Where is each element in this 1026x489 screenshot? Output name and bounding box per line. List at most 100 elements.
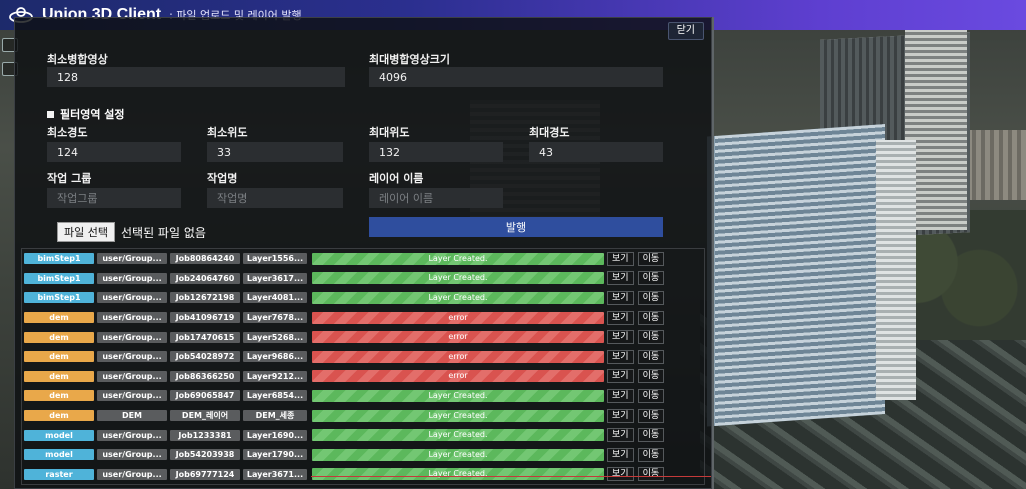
move-button[interactable]: 이동	[637, 369, 665, 384]
job-id-badge: Job69065847	[170, 390, 240, 402]
move-button[interactable]: 이동	[637, 271, 665, 286]
building-main-side	[876, 140, 916, 400]
min-merge-label: 최소병합영상	[47, 53, 108, 66]
job-id-badge: Job17470615	[170, 331, 240, 343]
move-button[interactable]: 이동	[637, 388, 665, 403]
view-button[interactable]: 보기	[607, 369, 634, 384]
job-type-badge: model	[24, 429, 94, 441]
file-select-button[interactable]: 파일 선택	[57, 222, 115, 242]
view-button[interactable]: 보기	[607, 349, 634, 364]
job-id-badge: Job86366250	[170, 370, 240, 382]
job-layer-badge: Layer9212...	[243, 370, 307, 382]
job-layer-badge: DEM_세종	[243, 410, 307, 422]
min-lat-label: 최소위도	[207, 126, 248, 139]
close-button[interactable]: 닫기	[667, 22, 704, 40]
job-status-bar: Layer Created.	[312, 429, 604, 442]
table-row: dem user/Group... Job86366250 Layer9212... e…	[22, 367, 704, 387]
job-status-bar: Layer Created.	[312, 272, 604, 285]
max-lon-label: 최대경도	[529, 126, 570, 139]
job-status-bar: Layer Created.	[312, 448, 604, 461]
job-type-badge: bimStep1	[24, 292, 94, 304]
min-lon-input[interactable]	[47, 142, 181, 162]
view-button[interactable]: 보기	[607, 388, 634, 403]
job-type-badge: dem	[24, 410, 94, 422]
min-lon-label: 최소경도	[47, 126, 88, 139]
work-name-input[interactable]	[207, 188, 343, 208]
job-layer-badge: Layer3617...	[243, 272, 307, 284]
job-user-badge: user/Group...	[97, 429, 167, 441]
min-lat-input[interactable]	[207, 142, 343, 162]
job-layer-badge: Layer3671...	[243, 468, 307, 480]
view-button[interactable]: 보기	[607, 310, 634, 325]
job-status-bar: Layer Created.	[312, 409, 604, 422]
move-button[interactable]: 이동	[637, 467, 665, 482]
max-merge-input[interactable]	[369, 67, 663, 87]
job-user-badge: user/Group...	[97, 312, 167, 324]
job-user-badge: user/Group...	[97, 292, 167, 304]
job-user-badge: user/Group...	[97, 331, 167, 343]
max-lat-label: 최대위도	[369, 126, 410, 139]
checkbox-icon	[47, 110, 54, 118]
move-button[interactable]: 이동	[637, 330, 665, 345]
job-list: bimStep1 user/Group... Job80864240 Layer155…	[21, 248, 705, 486]
divider-line	[311, 476, 711, 477]
job-status-bar: error	[312, 331, 604, 344]
job-user-badge: user/Group...	[97, 253, 167, 265]
move-button[interactable]: 이동	[637, 447, 665, 462]
min-merge-input[interactable]	[47, 67, 345, 87]
job-user-badge: user/Group...	[97, 272, 167, 284]
move-button[interactable]: 이동	[637, 428, 665, 443]
job-layer-badge: Layer9686...	[243, 351, 307, 363]
job-type-badge: dem	[24, 331, 94, 343]
job-user-badge: user/Group...	[97, 370, 167, 382]
job-id-badge: Job54203938	[170, 449, 240, 461]
job-type-badge: bimStep1	[24, 253, 94, 265]
move-button[interactable]: 이동	[637, 349, 665, 364]
publish-button[interactable]: 발행	[369, 217, 663, 237]
job-type-badge: dem	[24, 390, 94, 402]
job-status-bar: error	[312, 311, 604, 324]
view-button[interactable]: 보기	[607, 290, 634, 305]
view-button[interactable]: 보기	[607, 467, 634, 482]
job-id-badge: Job1233381	[170, 429, 240, 441]
job-layer-badge: Layer7678...	[243, 312, 307, 324]
job-layer-badge: Layer4081...	[243, 292, 307, 304]
job-layer-badge: Layer1790...	[243, 449, 307, 461]
job-type-badge: model	[24, 449, 94, 461]
max-lat-input[interactable]	[369, 142, 503, 162]
layer-name-input[interactable]	[369, 188, 503, 208]
move-button[interactable]: 이동	[637, 408, 665, 423]
job-type-badge: dem	[24, 370, 94, 382]
work-group-input[interactable]	[47, 188, 181, 208]
job-id-badge: Job69777124	[170, 468, 240, 480]
table-row: model user/Group... Job1233381 Layer1690...…	[22, 425, 704, 445]
job-user-badge: user/Group...	[97, 468, 167, 480]
filter-label: 필터영역 설정	[60, 108, 125, 121]
job-layer-badge: Layer1690...	[243, 429, 307, 441]
filter-toggle[interactable]: 필터영역 설정	[47, 106, 125, 122]
job-status-bar: Layer Created.	[312, 291, 604, 304]
work-group-label: 작업 그룹	[47, 172, 92, 185]
job-id-badge: Job24064760	[170, 272, 240, 284]
move-button[interactable]: 이동	[637, 251, 665, 266]
view-button[interactable]: 보기	[607, 271, 634, 286]
move-button[interactable]: 이동	[637, 310, 665, 325]
view-button[interactable]: 보기	[607, 428, 634, 443]
view-button[interactable]: 보기	[607, 330, 634, 345]
table-row: dem user/Group... Job54028972 Layer9686... e…	[22, 347, 704, 367]
table-row: model user/Group... Job54203938 Layer1790..…	[22, 445, 704, 465]
job-type-badge: raster	[24, 468, 94, 480]
table-row: bimStep1 user/Group... Job12672198 Layer408…	[22, 288, 704, 308]
view-button[interactable]: 보기	[607, 251, 634, 266]
table-row: raster user/Group... Job69777124 Layer3671.…	[22, 465, 704, 485]
layer-name-label: 레이어 이름	[369, 172, 424, 185]
move-button[interactable]: 이동	[637, 290, 665, 305]
work-name-label: 작업명	[207, 172, 238, 185]
job-type-badge: dem	[24, 312, 94, 324]
job-status-bar: error	[312, 350, 604, 363]
job-id-badge: Job54028972	[170, 351, 240, 363]
job-status-bar: Layer Created.	[312, 468, 604, 481]
view-button[interactable]: 보기	[607, 447, 634, 462]
view-button[interactable]: 보기	[607, 408, 634, 423]
max-lon-input[interactable]	[529, 142, 663, 162]
